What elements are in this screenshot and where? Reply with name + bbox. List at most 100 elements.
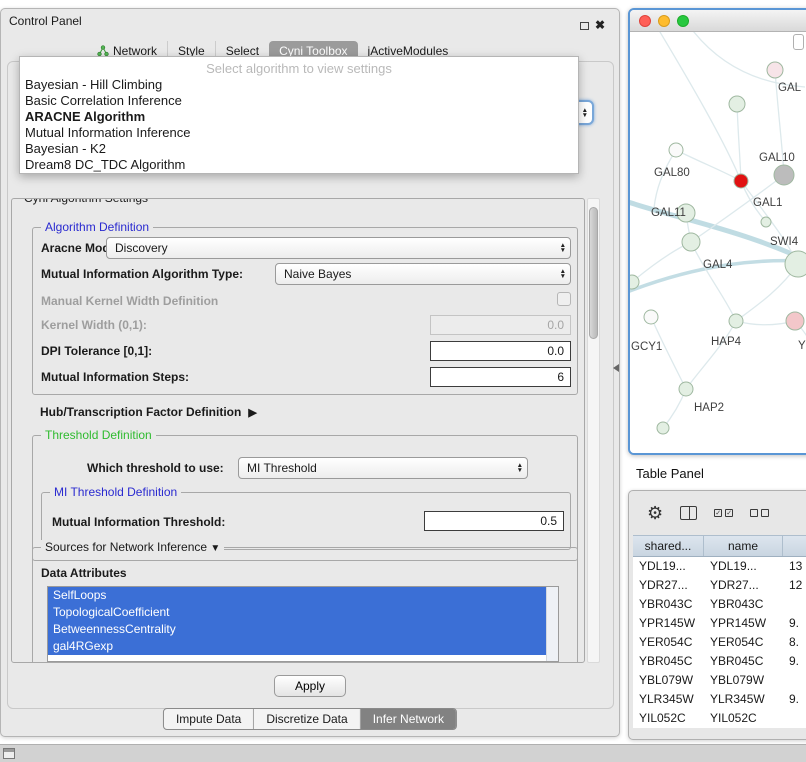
cell-shared-name: YBR043C	[633, 595, 704, 614]
list-item-betweennesscentrality[interactable]: BetweennessCentrality	[48, 621, 546, 638]
tab-infer-network[interactable]: Infer Network	[360, 709, 456, 729]
kernel-width-label: Kernel Width (0,1):	[41, 318, 147, 332]
scrollbar-thumb[interactable]	[589, 207, 598, 339]
cell-value: 9.	[783, 690, 806, 709]
node-hap4[interactable]	[729, 314, 743, 328]
list-item-gal4rgexp[interactable]: gal4RGexp	[48, 638, 546, 655]
mi-algorithm-type-select[interactable]: Naive Bayes ▲▼	[275, 263, 571, 285]
cell-shared-name: YLR345W	[633, 690, 704, 709]
node-label-gal10: GAL10	[759, 152, 795, 164]
cell-shared-name: YER054C	[633, 633, 704, 652]
gear-icon[interactable]: ⚙	[647, 504, 663, 522]
network-window-titlebar[interactable]	[630, 10, 806, 32]
popup-item-basic-correlation[interactable]: Basic Correlation Inference	[20, 93, 578, 109]
node-gal80[interactable]	[669, 143, 683, 157]
cell-name: YIL052C	[704, 709, 783, 728]
cell-name: YBR043C	[704, 595, 783, 614]
popup-item-dream8[interactable]: Dream8 DC_TDC Algorithm	[20, 157, 578, 173]
cell-shared-name: YDL19...	[633, 557, 704, 576]
table-row[interactable]: YBL079W YBL079W	[633, 671, 806, 690]
tab-impute-data[interactable]: Impute Data	[164, 709, 253, 729]
popup-item-aracne[interactable]: ARACNE Algorithm	[20, 109, 578, 125]
sources-section-toggle[interactable]: Sources for Network Inference ▼	[41, 540, 224, 554]
node-pink[interactable]	[786, 312, 804, 330]
table-row[interactable]: YER054C YER054C 8.	[633, 633, 806, 652]
algorithm-dropdown-popup: Select algorithm to view settings Bayesi…	[19, 56, 579, 174]
canvas-scrollbar-thumb[interactable]	[793, 34, 804, 50]
aracne-mode-select[interactable]: Discovery ▲▼	[106, 237, 571, 259]
node-left-edge[interactable]	[630, 275, 639, 289]
cell-value	[783, 709, 806, 728]
column-header-name[interactable]: name	[704, 536, 783, 556]
columns-icon[interactable]	[680, 506, 697, 520]
popup-item-bayesian-k2[interactable]: Bayesian - K2	[20, 141, 578, 157]
kernel-width-field[interactable]: 0.0	[430, 315, 571, 335]
float-window-icon[interactable]	[580, 22, 589, 30]
table-row[interactable]: YPR145W YPR145W 9.	[633, 614, 806, 633]
checkbox-checked-icon: ✓	[725, 509, 733, 517]
cell-value: 9.	[783, 652, 806, 671]
network-view-window: GAL80 GAL10 GAL11 GAL1 SWI4 GAL4 GCY1 HA…	[628, 8, 806, 455]
network-graph[interactable]: GAL80 GAL10 GAL11 GAL1 SWI4 GAL4 GCY1 HA…	[630, 32, 806, 453]
popup-item-bayesian-hill-climbing[interactable]: Bayesian - Hill Climbing	[20, 77, 578, 93]
list-item-topologicalcoefficient[interactable]: TopologicalCoefficient	[48, 604, 546, 621]
node-pale-pink[interactable]	[767, 62, 783, 78]
node-swi4[interactable]	[785, 251, 806, 277]
node-hap2[interactable]	[679, 382, 693, 396]
combo-arrows-icon: ▲▼	[582, 108, 588, 118]
data-attributes-list[interactable]: SelfLoops TopologicalCoefficient Between…	[47, 586, 559, 662]
column-header-shared-name[interactable]: shared...	[633, 536, 704, 556]
sources-group: Sources for Network Inference ▼ Data Att…	[32, 547, 578, 663]
node-gal1[interactable]	[761, 217, 771, 227]
which-threshold-value: MI Threshold	[247, 461, 317, 475]
dpi-tolerance-field[interactable]: 0.0	[430, 341, 571, 361]
apply-button[interactable]: Apply	[274, 675, 346, 697]
desktop: Control Panel ✖ Network Style Select Cyn…	[0, 0, 806, 762]
node-gal4[interactable]	[682, 233, 700, 251]
cell-name: YBR045C	[704, 652, 783, 671]
minimize-traffic-light-icon[interactable]	[658, 15, 670, 27]
node-green-top[interactable]	[729, 96, 745, 112]
combo-arrows-icon: ▲▼	[560, 269, 566, 279]
minimized-window-icon[interactable]	[3, 748, 15, 759]
node-gray[interactable]	[774, 165, 794, 185]
table-row[interactable]: YBR043C YBR043C	[633, 595, 806, 614]
mi-steps-field[interactable]: 6	[430, 367, 571, 387]
close-icon[interactable]: ✖	[595, 18, 605, 32]
expanded-arrow-icon: ▼	[210, 543, 220, 554]
node-gal10-red[interactable]	[734, 174, 748, 188]
table-row[interactable]: YIL052C YIL052C	[633, 709, 806, 728]
mi-threshold-field[interactable]: 0.5	[424, 511, 564, 531]
close-traffic-light-icon[interactable]	[639, 15, 651, 27]
network-canvas[interactable]: GAL80 GAL10 GAL11 GAL1 SWI4 GAL4 GCY1 HA…	[630, 32, 806, 453]
node-gcy1[interactable]	[644, 310, 658, 324]
popup-placeholder: Select algorithm to view settings	[20, 60, 578, 77]
list-scrollbar[interactable]	[546, 587, 558, 661]
which-threshold-select[interactable]: MI Threshold ▲▼	[238, 457, 528, 479]
settings-scrollbar[interactable]	[587, 198, 600, 663]
cell-value	[783, 671, 806, 690]
table-row[interactable]: YLR345W YLR345W 9.	[633, 690, 806, 709]
node-table: shared... name YDL19... YDL19... 13 YDR2…	[633, 535, 806, 728]
bottom-window-strip	[0, 744, 806, 762]
dpi-tolerance-label: DPI Tolerance [0,1]:	[41, 344, 152, 358]
popup-item-mutual-information[interactable]: Mutual Information Inference	[20, 125, 578, 141]
cell-shared-name: YBR045C	[633, 652, 704, 671]
node-label-y-partial: Y	[798, 340, 806, 352]
unchecked-columns-icon[interactable]	[750, 509, 769, 517]
mi-algorithm-type-value: Naive Bayes	[284, 267, 351, 281]
tab-discretize-data[interactable]: Discretize Data	[253, 709, 359, 729]
column-header-partial[interactable]	[783, 536, 806, 556]
combo-arrows-icon: ▲▼	[517, 463, 523, 473]
table-row[interactable]: YDR27... YDR27... 12	[633, 576, 806, 595]
table-toolbar: ⚙ ✓ ✓	[629, 497, 806, 529]
checked-columns-icon[interactable]: ✓ ✓	[714, 509, 733, 517]
zoom-traffic-light-icon[interactable]	[677, 15, 689, 27]
table-row[interactable]: YBR045C YBR045C 9.	[633, 652, 806, 671]
table-row[interactable]: YDL19... YDL19... 13	[633, 557, 806, 576]
node-bottom[interactable]	[657, 422, 669, 434]
manual-kernel-width-checkbox[interactable]	[557, 292, 571, 306]
list-item-selfloops[interactable]: SelfLoops	[48, 587, 546, 604]
panel-splitter-grip[interactable]	[613, 364, 619, 372]
hub-transcription-section-toggle[interactable]: Hub/Transcription Factor Definition ▶	[40, 405, 257, 419]
